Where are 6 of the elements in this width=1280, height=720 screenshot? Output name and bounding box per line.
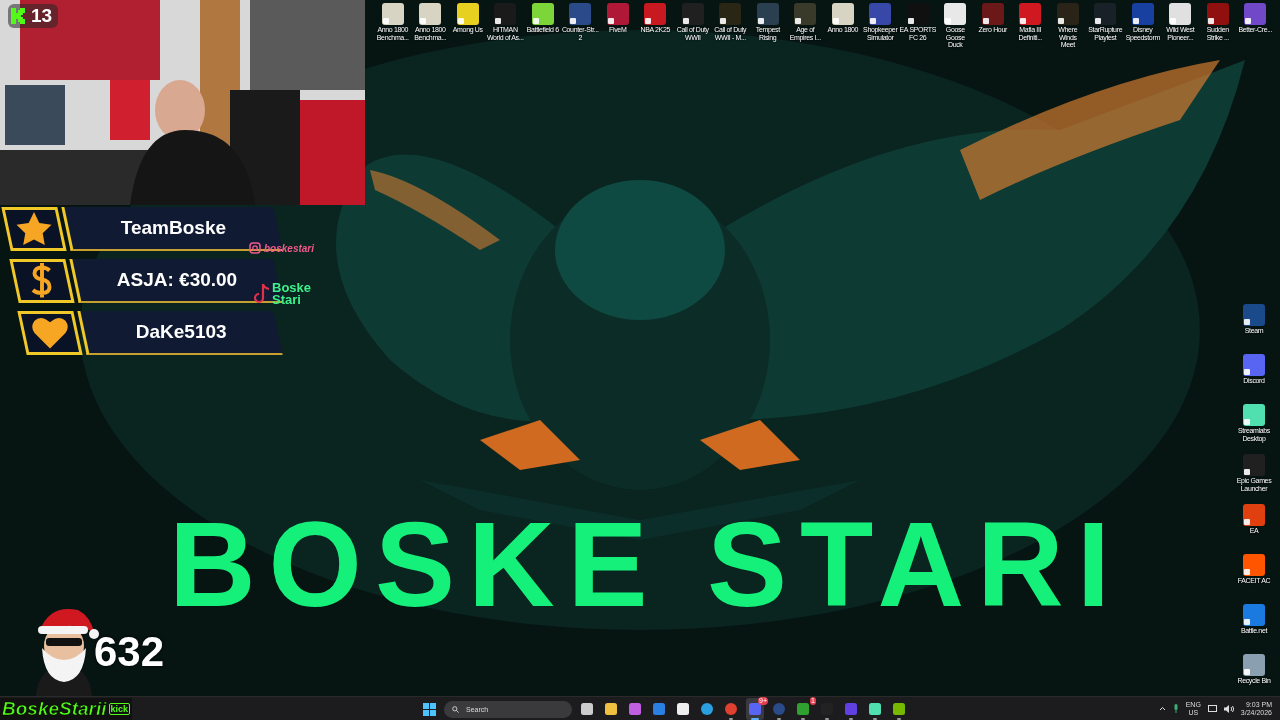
volume-icon[interactable] <box>1223 704 1234 713</box>
channel-name: BoskeStarii <box>2 698 107 720</box>
network-icon[interactable] <box>1207 704 1217 713</box>
caret-icon[interactable] <box>1158 706 1166 711</box>
microphone-icon[interactable] <box>1172 704 1179 713</box>
platform-tag: kick <box>108 703 131 715</box>
